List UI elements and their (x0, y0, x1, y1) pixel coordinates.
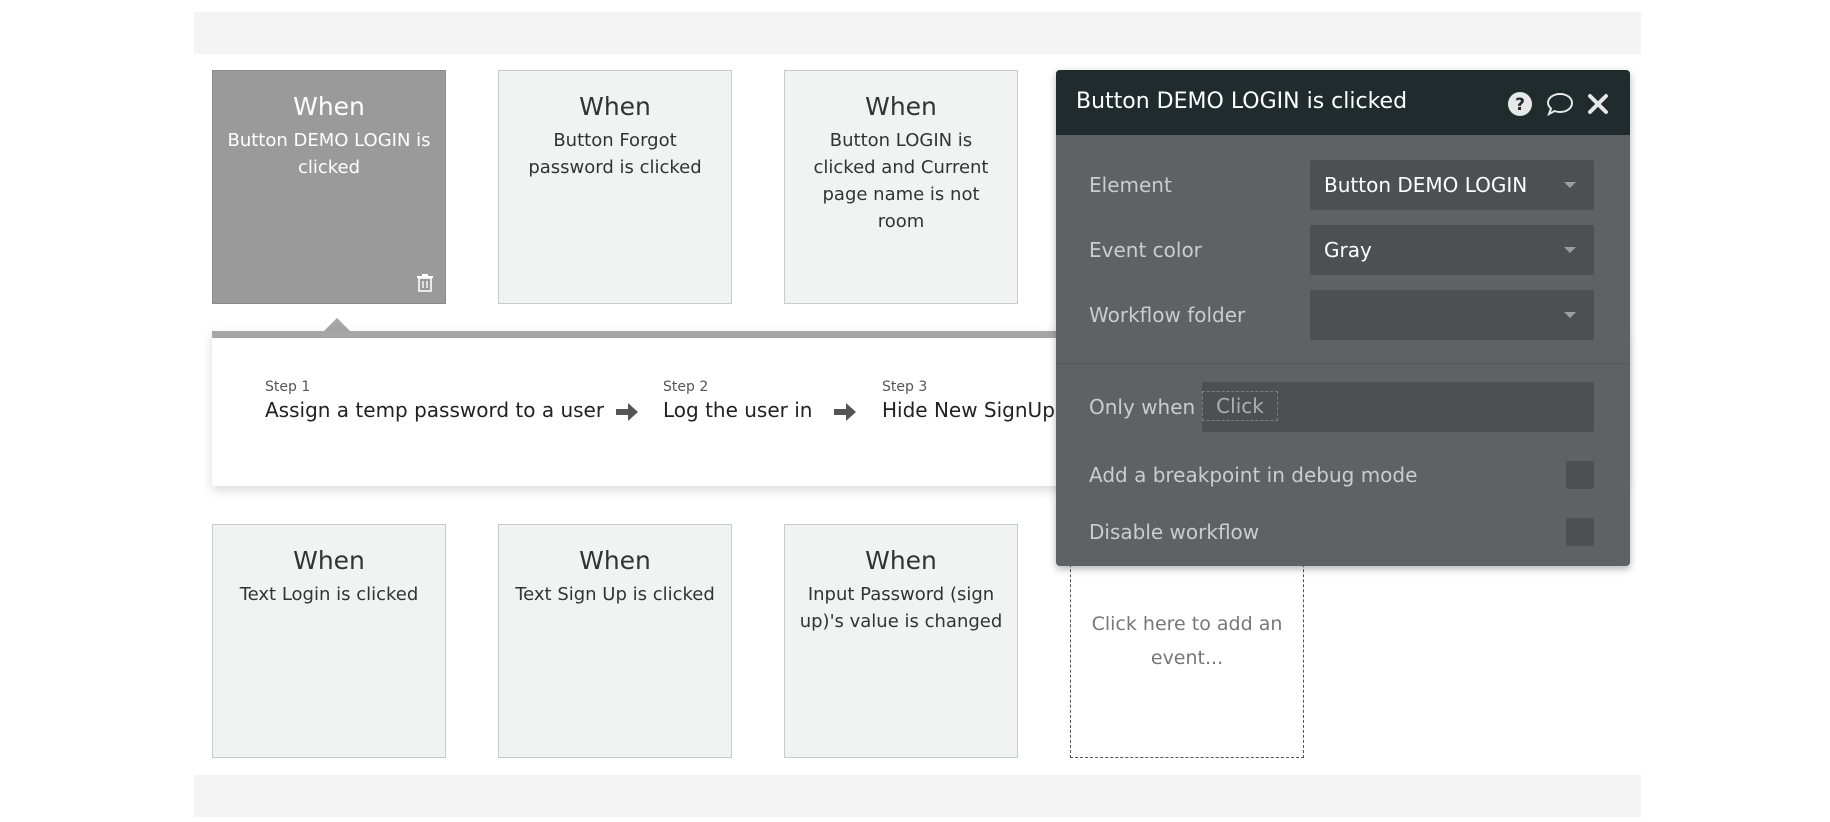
event-card-desc: Text Sign Up is clicked (515, 584, 715, 605)
event-card-when: When (865, 546, 937, 575)
breakpoint-checkbox[interactable] (1566, 461, 1594, 489)
event-card-desc: Text Login is clicked (239, 584, 419, 605)
svg-text:?: ? (1515, 95, 1525, 115)
chevron-down-icon (1564, 247, 1576, 253)
event-card-when: When (293, 546, 365, 575)
workflow-folder-dropdown[interactable] (1310, 290, 1594, 340)
step-2[interactable]: Step 2 Log the user in (663, 378, 812, 424)
event-card-when: When (293, 92, 365, 121)
step-number: Step 1 (265, 379, 311, 395)
close-icon[interactable] (1584, 90, 1612, 118)
event-card-demo-login[interactable]: When Button DEMO LOGIN is clicked (212, 70, 446, 304)
event-card-when: When (579, 546, 651, 575)
step-number: Step 3 (882, 379, 928, 395)
event-card-when: When (865, 92, 937, 121)
event-card-desc: Button DEMO LOGIN is clicked (227, 130, 431, 178)
event-card-login[interactable]: When Button LOGIN is clicked and Current… (784, 70, 1018, 304)
chevron-down-icon (1564, 312, 1576, 318)
event-color-value: Gray (1324, 238, 1372, 262)
trash-icon[interactable] (415, 273, 435, 293)
comment-icon[interactable] (1546, 90, 1574, 118)
event-card-when: When (579, 92, 651, 121)
disable-workflow-label: Disable workflow (1089, 520, 1260, 544)
workflow-folder-label: Workflow folder (1089, 303, 1246, 327)
popup-title: Button DEMO LOGIN is clicked (1076, 89, 1408, 114)
event-card-desc: Button LOGIN is clicked and Current page… (813, 130, 989, 232)
element-dropdown[interactable]: Button DEMO LOGIN (1310, 160, 1594, 210)
canvas-top-band (194, 12, 1641, 54)
step-label: Assign a temp password to a user (265, 398, 605, 422)
only-when-click-placeholder[interactable]: Click (1202, 391, 1278, 421)
add-event-label: Click here to add an event... (1091, 613, 1283, 669)
arrow-right-icon (616, 403, 638, 421)
canvas-bottom-band (194, 775, 1641, 817)
arrow-right-icon (834, 403, 856, 421)
event-card-input-password[interactable]: When Input Password (sign up)'s value is… (784, 524, 1018, 758)
event-properties-popup: Button DEMO LOGIN is clicked ? Element B… (1056, 70, 1630, 566)
disable-workflow-checkbox[interactable] (1566, 518, 1594, 546)
step-label: Hide New SignUp (882, 398, 1055, 422)
popup-divider (1056, 363, 1630, 364)
step-1[interactable]: Step 1 Assign a temp password to a user (265, 378, 604, 424)
step-number: Step 2 (663, 379, 709, 395)
event-color-label: Event color (1089, 238, 1202, 262)
event-card-forgot-password[interactable]: When Button Forgot password is clicked (498, 70, 732, 304)
event-card-desc: Button Forgot password is clicked (528, 130, 702, 178)
event-card-desc: Input Password (sign up)'s value is chan… (799, 584, 1003, 632)
element-label: Element (1089, 173, 1172, 197)
element-value: Button DEMO LOGIN (1324, 173, 1528, 197)
step-3[interactable]: Step 3 Hide New SignUp (882, 378, 1055, 424)
event-card-text-login[interactable]: When Text Login is clicked (212, 524, 446, 758)
steps-pointer (324, 318, 350, 331)
help-icon[interactable]: ? (1506, 90, 1534, 118)
breakpoint-label: Add a breakpoint in debug mode (1089, 463, 1418, 487)
event-color-dropdown[interactable]: Gray (1310, 225, 1594, 275)
step-label: Log the user in (663, 398, 813, 422)
only-when-label: Only when (1089, 395, 1196, 419)
chevron-down-icon (1564, 182, 1576, 188)
event-card-text-signup[interactable]: When Text Sign Up is clicked (498, 524, 732, 758)
popup-header: Button DEMO LOGIN is clicked ? (1056, 70, 1630, 135)
